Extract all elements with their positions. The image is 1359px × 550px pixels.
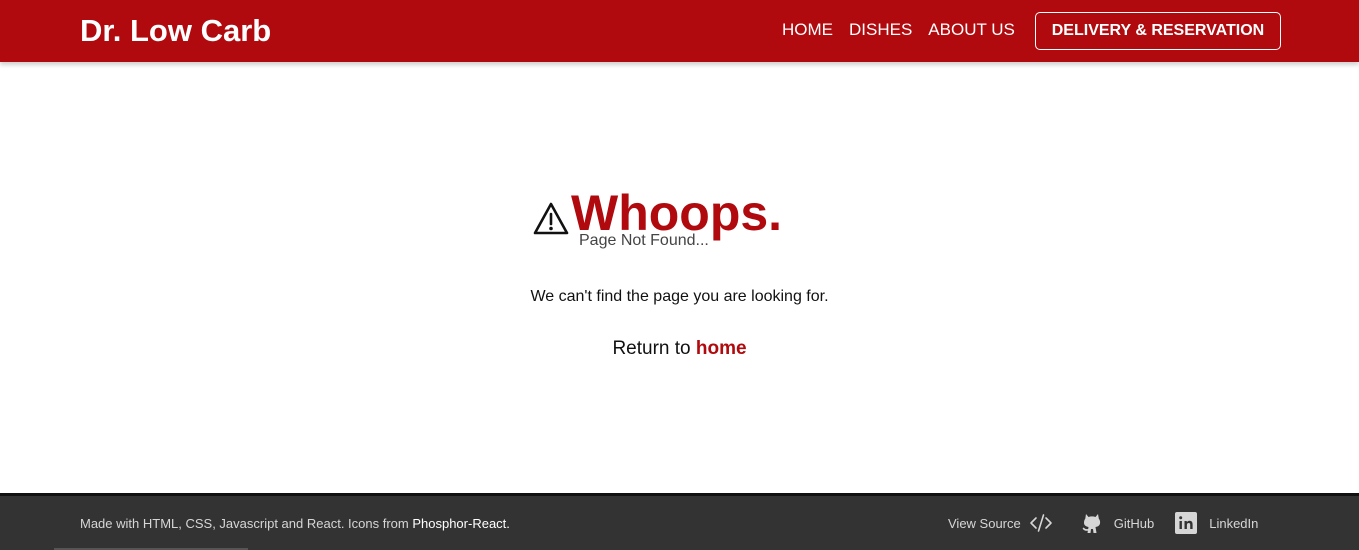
error-message: We can't find the page you are looking f… <box>530 288 829 305</box>
linkedin-label: LinkedIn <box>1209 515 1259 531</box>
navbar: Dr. Low Carb HOME DISHES ABOUT US DELIVE… <box>0 0 1359 62</box>
code-icon <box>1029 514 1052 532</box>
delivery-reservation-button[interactable]: DELIVERY & RESERVATION <box>1035 12 1281 50</box>
footer-links: View Source GitHub LinkedIn <box>948 511 1258 535</box>
github-octocat-icon <box>1082 514 1100 533</box>
nav-dishes[interactable]: DISHES <box>849 20 912 40</box>
brand-logo[interactable]: Dr. Low Carb <box>80 12 271 50</box>
github-label: GitHub <box>1113 515 1155 531</box>
github-link[interactable]: GitHub <box>1080 511 1154 535</box>
linkedin-link[interactable]: LinkedIn <box>1174 511 1258 535</box>
error-section <box>0 62 1359 493</box>
nav-links: HOME DISHES ABOUT US <box>782 20 1015 40</box>
footer: Made with HTML, CSS, Javascript and Reac… <box>0 493 1359 550</box>
view-source-link[interactable]: View Source <box>948 511 1053 535</box>
return-home-link[interactable]: home <box>696 338 747 359</box>
nav-home[interactable]: HOME <box>782 20 833 40</box>
footer-credits: Made with HTML, CSS, Javascript and Reac… <box>80 516 510 532</box>
linkedin-icon <box>1175 512 1198 534</box>
view-source-label: View Source <box>948 515 1021 531</box>
return-prefix: Return to <box>612 338 696 359</box>
nav-about-us[interactable]: ABOUT US <box>928 20 1015 40</box>
footer-made-with: Made with HTML, CSS, Javascript and Reac… <box>80 516 413 531</box>
return-line: Return to home <box>0 337 1359 361</box>
warning-icon <box>533 202 569 235</box>
error-subtitle: Page Not Found... <box>579 232 709 249</box>
phosphor-react-link[interactable]: Phosphor-React. <box>412 516 510 531</box>
